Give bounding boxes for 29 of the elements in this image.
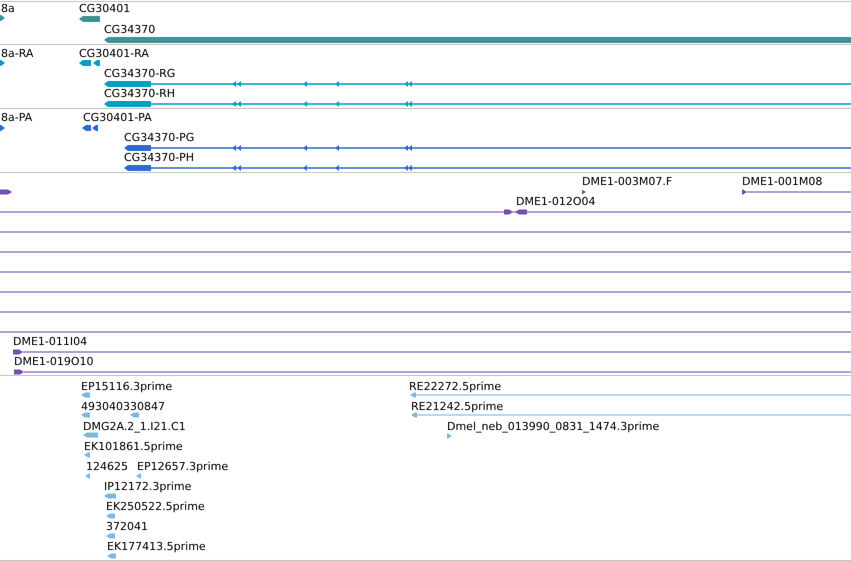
feature-label: 124625 [86,460,128,473]
feature-label: EP12657.3prime [137,460,228,473]
feature-label: RE22272.5prime [409,380,502,393]
feature-label: RE21242.5prime [411,400,504,413]
feature-label: 372041 [106,520,148,533]
feature-label: DME1-011I04 [13,335,88,348]
feature-label: CG30401-RA [79,47,149,60]
feature-label: CG34370-PH [124,151,194,164]
feature-label: 493040330847 [81,400,165,413]
feature-label: IP12172.3prime [104,480,192,493]
feature-label: DME1-012O04 [516,195,596,208]
feature-label: Dmel_neb_013990_0831_1474.3prime [447,420,660,433]
feature-label: EP15116.3prime [81,380,172,393]
feature-label: CG34370-PG [124,131,194,144]
feature-label: 8a [1,2,15,15]
feature-label: DME1-003M07.F [582,175,672,188]
feature-label: CG30401-PA [83,111,152,124]
feature-label: 8a-PA [1,111,32,124]
feature-label: CG34370-RG [104,67,176,80]
feature-label: DMG2A.2_1.I21.C1 [83,420,186,433]
feature-label: CG34370 [104,23,156,36]
feature-label: DME1-001M08 [742,175,822,188]
feature-label: EK250522.5prime [106,500,205,513]
feature-label: EK177413.5prime [107,540,206,553]
feature-label: EK101861.5prime [84,440,183,453]
feature-label: 8a-RA [1,47,34,60]
feature-label: DME1-019O10 [14,355,94,368]
feature-label: CG30401 [79,2,130,15]
feature-label: CG34370-RH [104,87,176,100]
